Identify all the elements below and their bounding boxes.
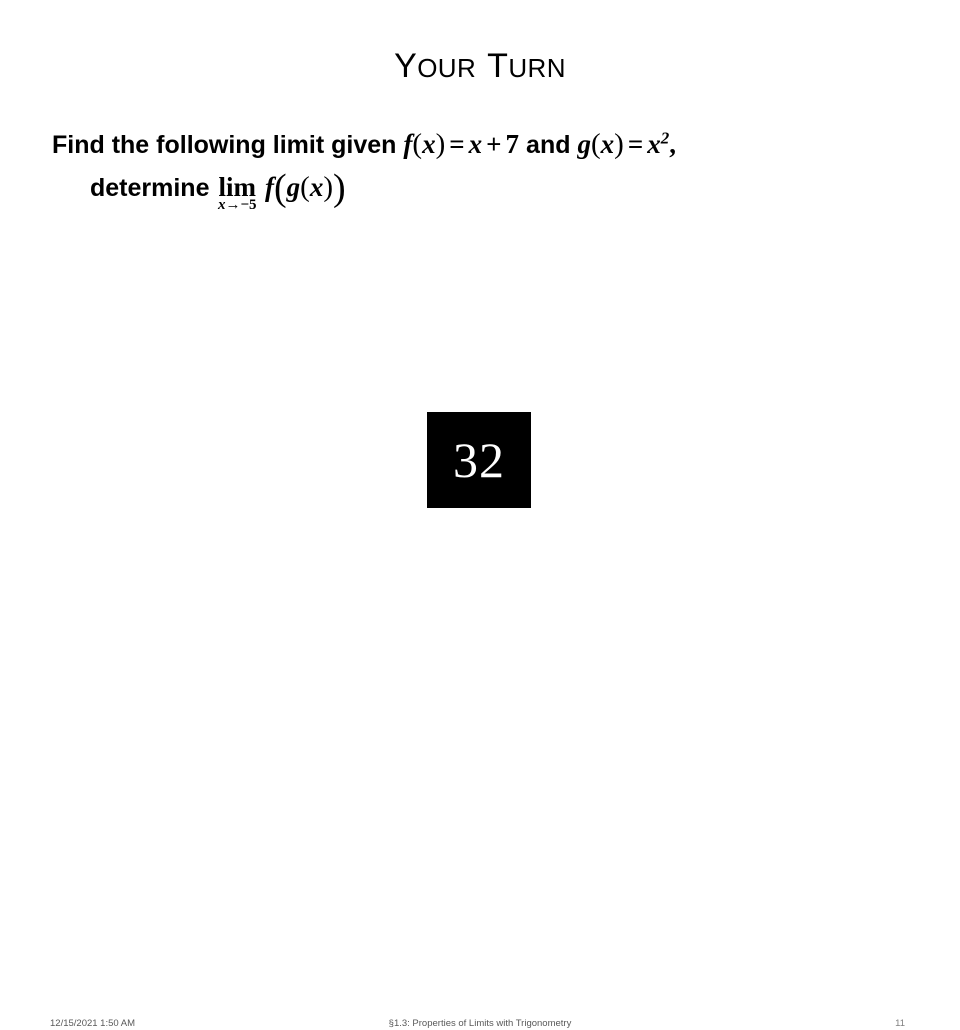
slide-footer: 12/15/2021 1:50 AM §1.3: Properties of L… xyxy=(0,510,960,1029)
title-word-1-initial: Y xyxy=(394,47,418,85)
title-word-1: YOUR xyxy=(394,47,476,85)
outer-function-name: f xyxy=(264,172,274,202)
slide-canvas: YOUR TURN Find the following limit given f… xyxy=(0,0,960,1029)
g-rhs-exponent: 2 xyxy=(660,128,670,148)
limit-subscript-target: →−5 xyxy=(225,197,257,213)
limit-operator-group: lim x→−5 xyxy=(218,174,257,213)
inner-close-paren: ) xyxy=(323,171,333,203)
problem-statement-line-1: Find the following limit given f(x) = x +7 an… xyxy=(52,124,832,165)
footer-page-number: 11 xyxy=(895,1018,905,1029)
inner-open-paren: ( xyxy=(300,171,310,203)
g-argument: x xyxy=(600,129,615,159)
function-g-name: g xyxy=(577,129,592,159)
plus-sign: + xyxy=(486,129,502,159)
inner-argument: x xyxy=(309,172,324,202)
problem-statement-line-2: determine lim x→−5 f(g(x)) xyxy=(52,165,832,213)
f-close-paren: ) xyxy=(435,128,446,160)
conjunction-and: and xyxy=(526,131,571,159)
f-equals-sign: = xyxy=(449,129,465,159)
footer-section-title: §1.3: Properties of Limits with Trigonom… xyxy=(388,1018,572,1029)
media-object-label: 32 xyxy=(453,432,505,488)
outer-open-paren: ( xyxy=(273,167,287,209)
body-content: Find the following limit given f(x) = x +7 an… xyxy=(52,124,832,213)
page-title: YOUR TURN xyxy=(0,46,960,88)
limit-subscript-variable: x xyxy=(217,197,226,213)
title-word-2-initial: T xyxy=(487,47,509,85)
embedded-media-object[interactable]: 32 xyxy=(427,412,531,508)
g-open-paren: ( xyxy=(591,128,601,160)
f-rhs-variable: x xyxy=(468,129,483,159)
inner-function-name: g xyxy=(286,172,301,202)
statement-prefix: Find the following limit given xyxy=(52,131,397,159)
g-rhs-variable: x xyxy=(647,129,661,159)
trailing-comma: , xyxy=(669,129,676,159)
title-word-2: TURN xyxy=(487,47,566,85)
f-open-paren: ( xyxy=(412,128,423,160)
f-argument: x xyxy=(422,129,436,159)
g-equals-sign: = xyxy=(627,129,644,159)
title-word-2-smallcaps: URN xyxy=(508,53,566,83)
outer-close-paren: ) xyxy=(332,167,346,209)
g-close-paren: ) xyxy=(614,128,624,160)
title-word-1-smallcaps: OUR xyxy=(417,53,477,83)
determine-prefix: determine xyxy=(90,174,210,202)
f-rhs-constant: 7 xyxy=(505,129,520,159)
limit-subscript: x→−5 xyxy=(218,198,257,213)
